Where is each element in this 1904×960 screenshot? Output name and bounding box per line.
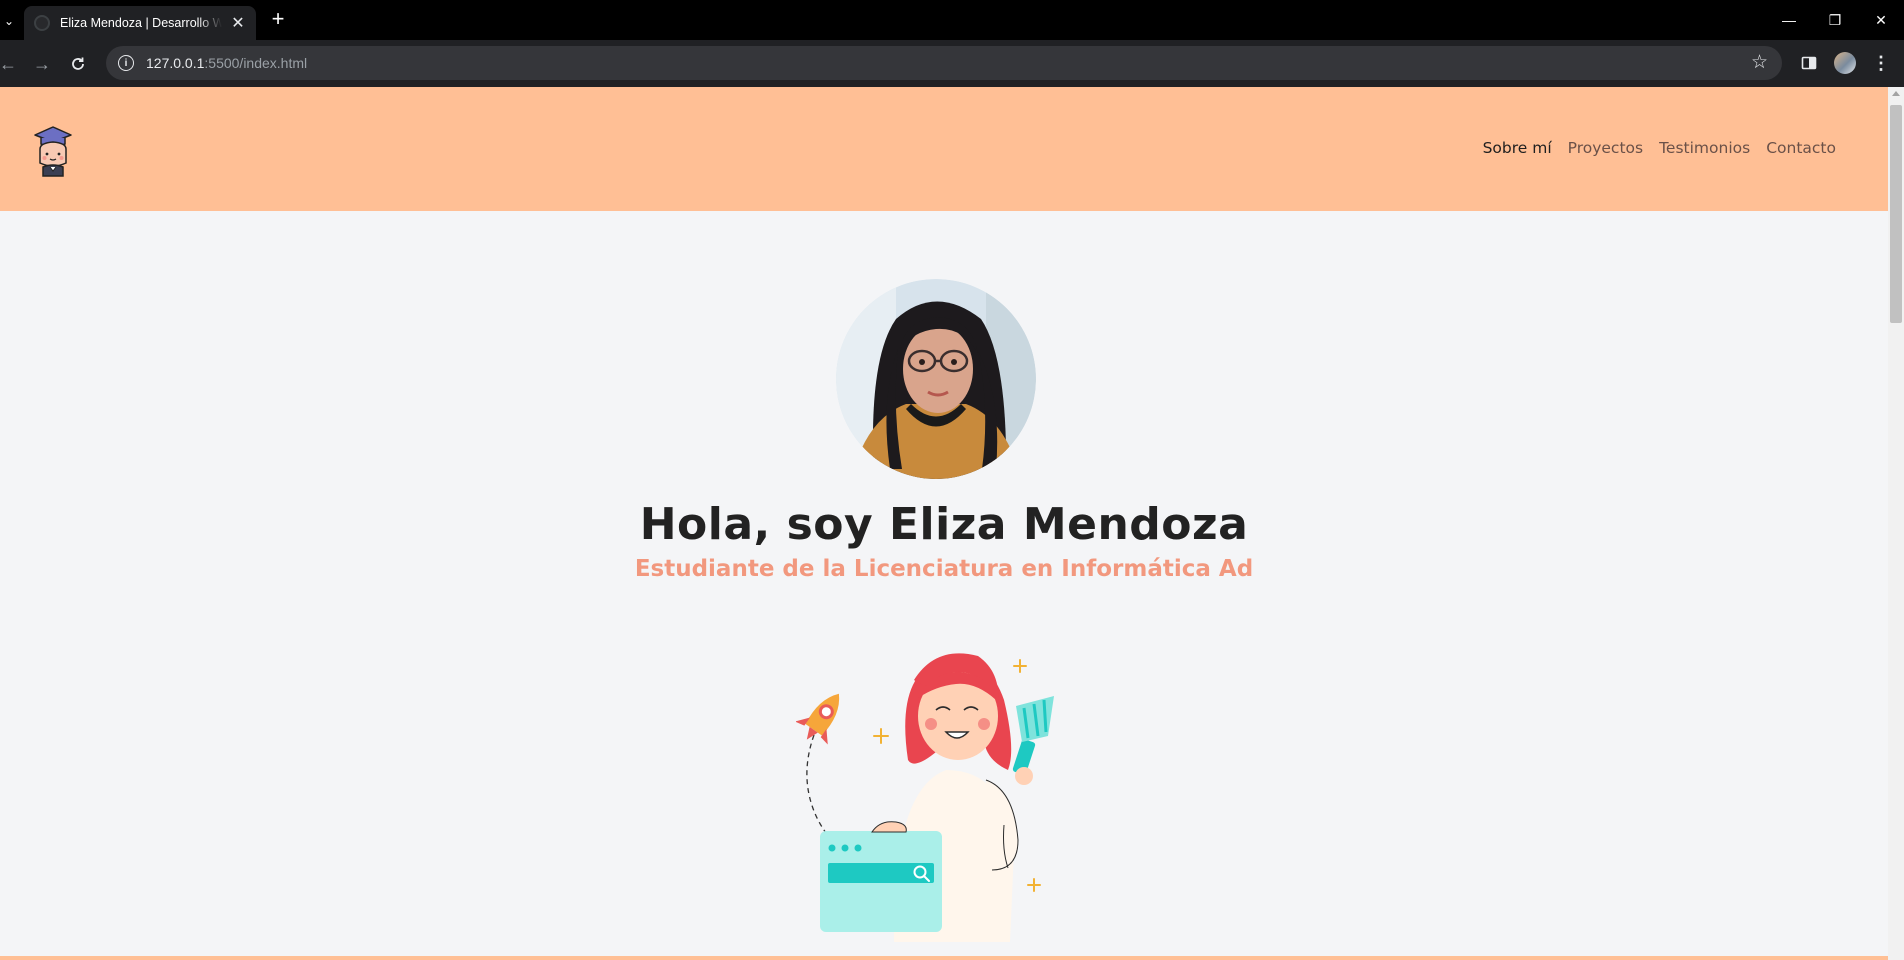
nav-link-proyectos[interactable]: Proyectos	[1568, 139, 1643, 157]
nav-link-contacto[interactable]: Contacto	[1766, 139, 1836, 157]
close-window-button[interactable]: ✕	[1858, 0, 1904, 40]
reload-button[interactable]	[64, 50, 92, 78]
tab-title: Eliza Mendoza | Desarrollo Web	[60, 16, 222, 30]
side-panel-button[interactable]	[1798, 52, 1820, 74]
paint-brush-icon	[1012, 696, 1054, 785]
profile-button[interactable]	[1834, 52, 1856, 74]
browser-menu-icon[interactable]: ⋮	[1870, 52, 1892, 74]
side-panel-icon	[1801, 56, 1817, 70]
tab-favicon-icon	[34, 15, 50, 31]
url-host: 127.0.0.1	[146, 55, 205, 71]
back-button[interactable]: ←	[0, 50, 22, 78]
new-tab-button[interactable]: +	[266, 8, 290, 32]
graduate-logo-icon[interactable]	[32, 123, 74, 177]
bookmark-star-icon[interactable]: ☆	[1751, 53, 1768, 72]
profile-avatar	[1834, 52, 1856, 74]
browser-tabstrip: ⌄ Eliza Mendoza | Desarrollo Web ✕ + — ❐…	[0, 0, 1904, 40]
hero-title: Hola, soy Eliza Mendoza	[639, 499, 1249, 550]
scroll-up-arrow-icon[interactable]	[1892, 91, 1900, 96]
main-nav: Sobre mí Proyectos Testimonios Contacto	[1483, 139, 1836, 157]
browser-toolbar: ← → i 127.0.0.1:5500/index.html ☆ ⋮	[0, 40, 1904, 87]
site-header: Sobre mí Proyectos Testimonios Contacto	[0, 87, 1888, 211]
site-info-icon[interactable]: i	[118, 55, 134, 71]
nav-link-testimonios[interactable]: Testimonios	[1659, 139, 1750, 157]
forward-button[interactable]: →	[28, 50, 56, 78]
rocket-icon	[796, 693, 840, 745]
url-path: :5500/index.html	[204, 55, 308, 71]
nav-link-sobre-mi[interactable]: Sobre mí	[1483, 139, 1552, 157]
restore-button[interactable]: ❐	[1812, 0, 1858, 40]
page-scrollbar[interactable]	[1888, 87, 1904, 960]
next-section-edge	[0, 956, 1888, 960]
page-viewport: Sobre mí Proyectos Testimonios Contacto	[0, 87, 1888, 960]
hero-subtitle: Estudiante de la Licenciatura en Informá…	[634, 556, 1254, 582]
tab-close-icon[interactable]: ✕	[230, 13, 246, 33]
browser-tab[interactable]: Eliza Mendoza | Desarrollo Web ✕	[24, 6, 256, 40]
profile-photo	[836, 279, 1036, 479]
minimize-button[interactable]: —	[1766, 0, 1812, 40]
scrollbar-thumb[interactable]	[1890, 105, 1902, 323]
developer-illustration	[796, 653, 1054, 942]
address-bar[interactable]: i 127.0.0.1:5500/index.html ☆	[106, 46, 1782, 80]
tab-search-chevron-icon[interactable]: ⌄	[0, 8, 18, 34]
reload-icon	[72, 57, 84, 70]
